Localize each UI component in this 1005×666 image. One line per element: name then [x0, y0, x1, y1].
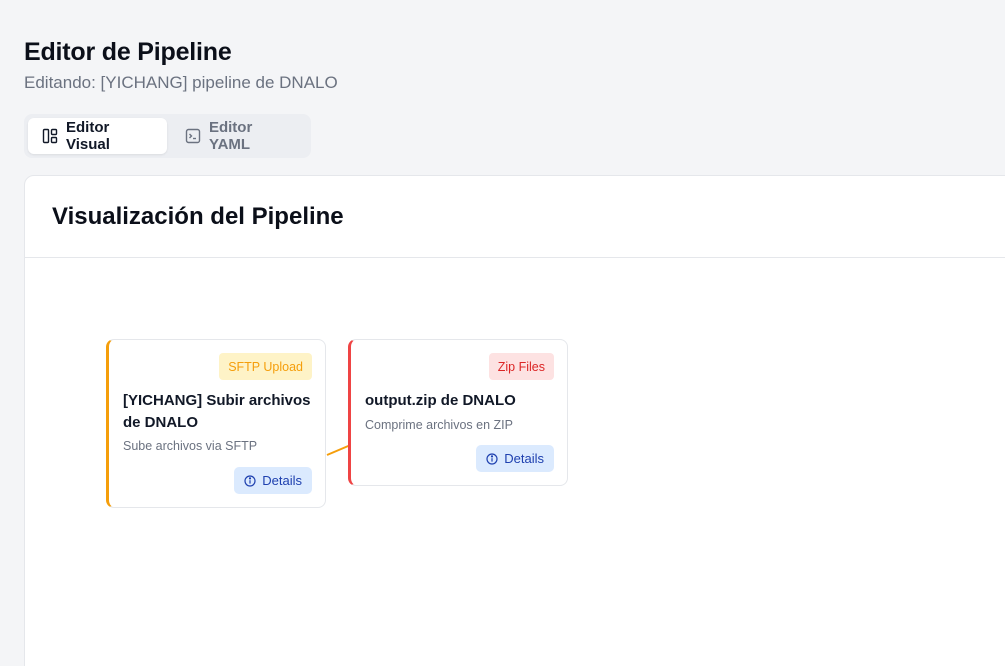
details-label: Details: [262, 473, 302, 488]
pipeline-visualization-panel: Visualización del Pipeline SFTP Upload […: [24, 175, 1005, 666]
node-title: [YICHANG] Subir archivos de DNALO: [123, 392, 311, 431]
node-type-badge: SFTP Upload: [219, 353, 312, 380]
details-label: Details: [504, 451, 544, 466]
node-connector: [326, 444, 350, 456]
node-title: output.zip de DNALO: [365, 392, 516, 409]
pipeline-editor-page: Editor de Pipeline Editando: [YICHANG] p…: [0, 0, 1005, 666]
layout-icon: [42, 128, 58, 144]
node-type-badge: Zip Files: [488, 353, 554, 380]
tab-editor-visual[interactable]: Editor Visual: [28, 118, 167, 154]
page-title: Editor de Pipeline: [24, 38, 232, 66]
node-description: Comprime archivos en ZIP: [365, 418, 513, 432]
info-icon: [486, 452, 498, 465]
pipeline-node-sftp-upload[interactable]: SFTP Upload [YICHANG] Subir archivos de …: [106, 339, 326, 508]
tab-label: Editor Visual: [66, 119, 110, 153]
page-subtitle: Editando: [YICHANG] pipeline de DNALO: [24, 73, 338, 92]
tab-editor-yaml[interactable]: Editor YAML: [171, 118, 307, 154]
pipeline-node-zip-files[interactable]: Zip Files output.zip de DNALO Comprime a…: [348, 339, 568, 486]
details-button[interactable]: Details: [234, 467, 312, 494]
panel-header: Visualización del Pipeline: [25, 176, 1005, 258]
pipeline-canvas[interactable]: SFTP Upload [YICHANG] Subir archivos de …: [25, 258, 1005, 666]
node-description: Sube archivos via SFTP: [123, 439, 258, 453]
details-button[interactable]: Details: [476, 445, 554, 472]
info-icon: [244, 474, 256, 487]
terminal-icon: [185, 128, 201, 144]
tab-label: Editor YAML: [208, 119, 253, 153]
panel-title: Visualización del Pipeline: [52, 203, 344, 230]
editor-tabs: Editor Visual Editor YAML: [24, 114, 311, 158]
